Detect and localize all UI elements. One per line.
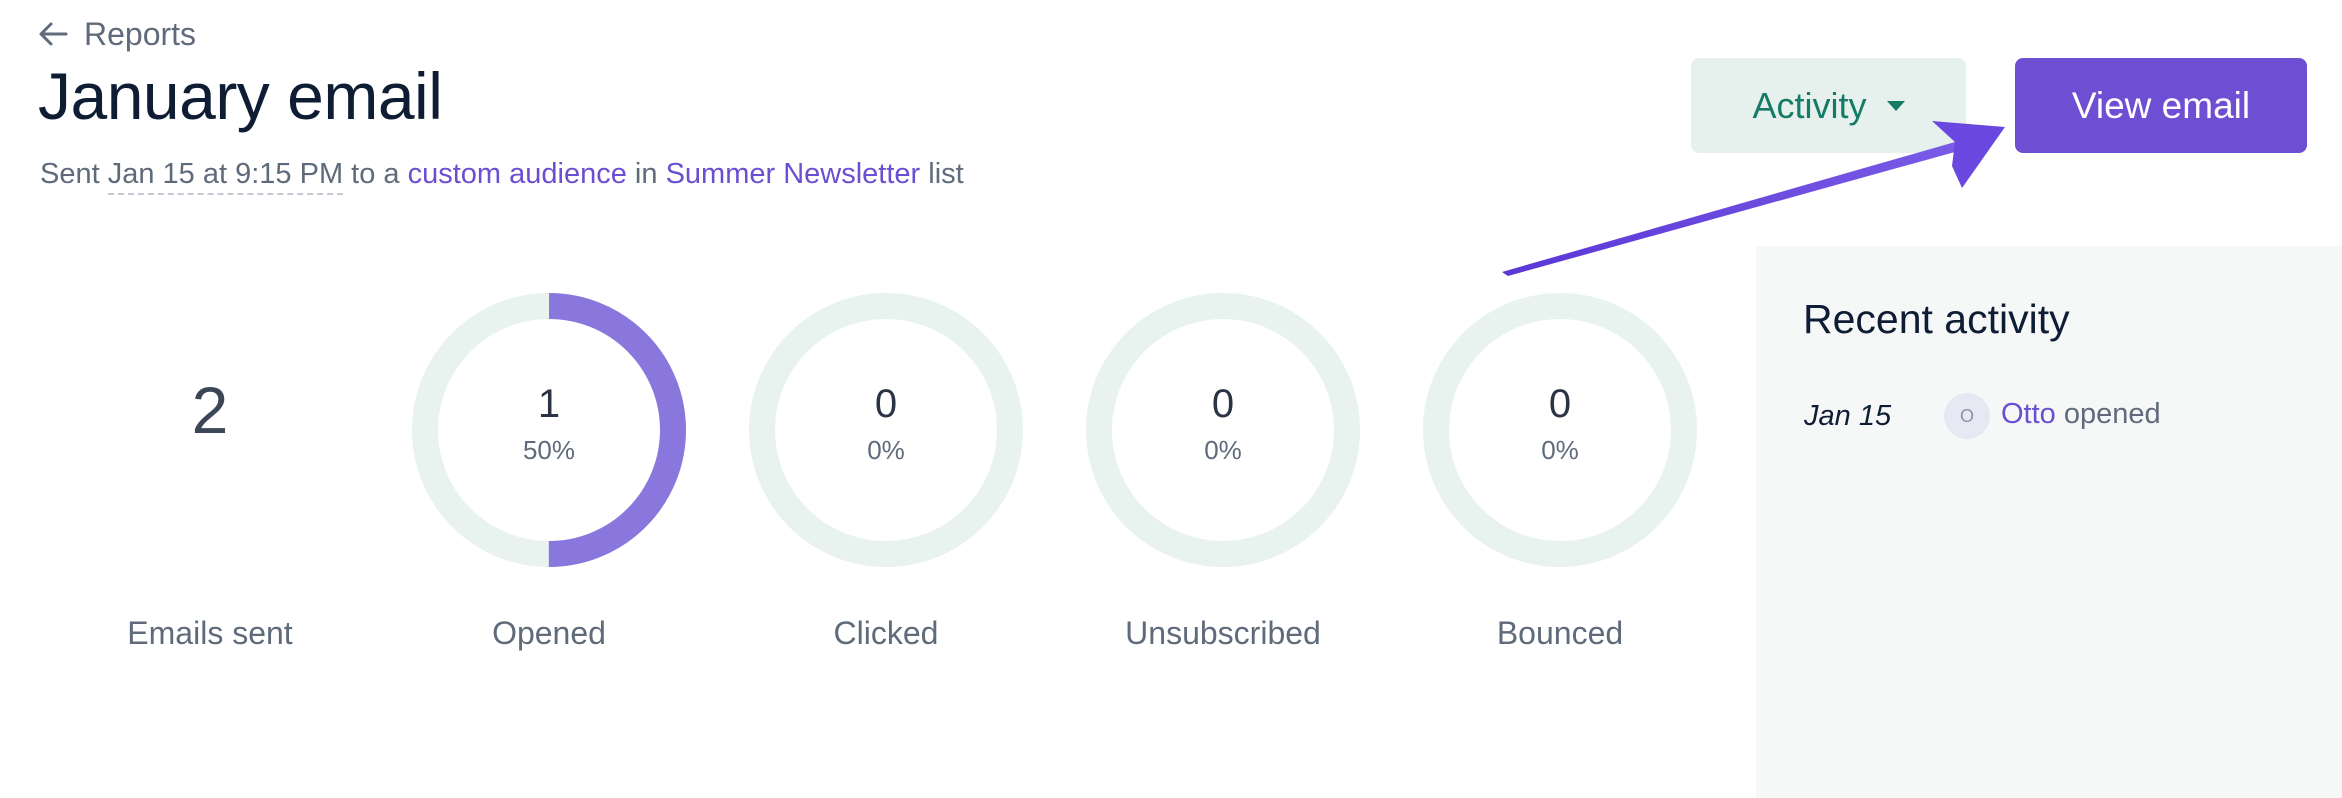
back-to-reports-link[interactable]: Reports bbox=[38, 14, 196, 54]
opened-donut: 1 50% bbox=[409, 290, 689, 570]
avatar: O bbox=[1944, 393, 1990, 439]
donut-track bbox=[1423, 293, 1697, 567]
unsubscribed-percent: 0% bbox=[1204, 435, 1242, 465]
opened-count: 1 bbox=[537, 382, 561, 426]
recent-activity-title: Recent activity bbox=[1803, 296, 2070, 342]
caret-down-icon bbox=[1886, 100, 1905, 111]
email-sent-details: Sent Jan 15 at 9:15 PM to a custom audie… bbox=[40, 158, 964, 195]
subtitle-suffix: list bbox=[928, 158, 964, 190]
view-email-label: View email bbox=[2071, 84, 2251, 126]
activity-entry: Otto opened bbox=[2001, 398, 2161, 431]
subtitle-prefix: Sent bbox=[40, 158, 100, 190]
avatar-initial: O bbox=[1959, 405, 1974, 426]
bounced-count: 0 bbox=[1548, 382, 1572, 426]
emails-sent-count: 2 bbox=[191, 373, 229, 447]
clicked-percent: 0% bbox=[867, 435, 905, 465]
bounced-percent: 0% bbox=[1541, 435, 1579, 465]
clicked-label: Clicked bbox=[833, 615, 939, 651]
donut-track bbox=[749, 293, 1023, 567]
unsubscribed-count: 0 bbox=[1211, 382, 1235, 426]
emails-sent-label: Emails sent bbox=[127, 615, 293, 651]
activity-dropdown-button[interactable]: Activity bbox=[1691, 58, 1966, 153]
opened-label: Opened bbox=[492, 615, 606, 651]
custom-audience-link[interactable]: custom audience bbox=[408, 158, 627, 190]
page-title: January email bbox=[38, 59, 443, 133]
view-email-button[interactable]: View email bbox=[2015, 58, 2307, 153]
clicked-count: 0 bbox=[874, 382, 898, 426]
bounced-label: Bounced bbox=[1496, 615, 1624, 651]
subtitle-to-text: to a bbox=[351, 158, 400, 190]
back-link-label: Reports bbox=[84, 15, 197, 52]
donut-track bbox=[1086, 293, 1360, 567]
list-link[interactable]: Summer Newsletter bbox=[666, 158, 921, 190]
clicked-donut: 0 0% bbox=[746, 290, 1026, 570]
activity-button-label: Activity bbox=[1752, 84, 1867, 126]
subtitle-in-text: in bbox=[634, 158, 658, 190]
sent-timestamp[interactable]: Jan 15 at 9:15 PM bbox=[107, 158, 344, 195]
contact-name-link[interactable]: Otto bbox=[2001, 398, 2056, 430]
unsubscribed-label: Unsubscribed bbox=[1125, 615, 1321, 651]
arrow-left-icon bbox=[38, 21, 68, 47]
activity-action: opened bbox=[2063, 398, 2161, 430]
bounced-donut: 0 0% bbox=[1420, 290, 1700, 570]
opened-percent: 50% bbox=[522, 435, 576, 465]
activity-date: Jan 15 bbox=[1804, 400, 1892, 432]
unsubscribed-donut: 0 0% bbox=[1083, 290, 1363, 570]
